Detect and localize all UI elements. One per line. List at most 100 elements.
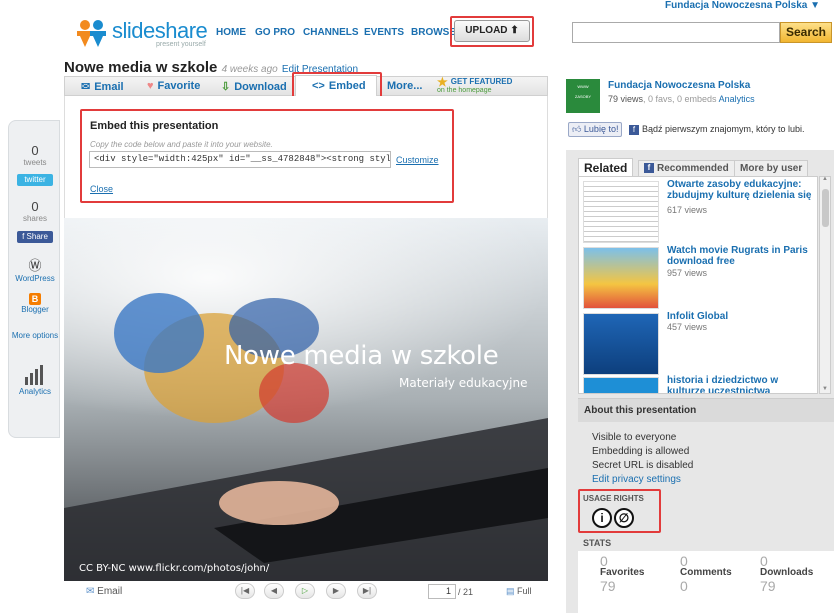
share-counter: 0 shares xyxy=(22,199,47,223)
related-title[interactable]: Watch movie Rugrats in Paris download fr… xyxy=(667,245,817,267)
heart-icon: ♥ xyxy=(147,80,154,92)
skip-forward-icon: ▶| xyxy=(362,586,372,595)
analytics-button[interactable]: Analytics xyxy=(9,365,61,396)
header: slideshare present yourself HOME GO PRO … xyxy=(62,12,834,52)
like-prompt: Bądź pierwszym znajomym, który to lubi. xyxy=(641,124,805,134)
list-item[interactable]: historia i dziedzictwo w kulturze uczest… xyxy=(583,375,817,393)
envelope-icon: ✉ xyxy=(81,81,91,93)
list-item[interactable]: Otwarte zasoby edukacyjne: zbudujmy kult… xyxy=(583,179,817,243)
prev-slide-button[interactable]: ◀ xyxy=(264,583,284,599)
nav-go-pro[interactable]: GO PRO xyxy=(255,27,295,38)
logo-tagline: present yourself xyxy=(156,41,206,48)
analytics-bars-icon xyxy=(25,365,43,385)
tab-related[interactable]: Related xyxy=(578,158,634,178)
list-item[interactable]: Infolit Global 457 views xyxy=(583,311,817,375)
facebook-like-row: 👍︎ Lubię to! f Bądź pierwszym znajomym, k… xyxy=(568,122,834,138)
related-views: 457 views xyxy=(667,322,708,332)
stat-downloads: 0 Downloads 79 xyxy=(760,553,814,594)
tab-email[interactable]: ✉ Email xyxy=(81,80,124,93)
tab-more-by-user[interactable]: More by user xyxy=(734,160,809,177)
facebook-like-button[interactable]: 👍︎ Lubię to! xyxy=(568,122,623,137)
highlight-upload xyxy=(450,16,534,47)
related-title[interactable]: historia i dziedzictwo w kulturze uczest… xyxy=(667,375,817,393)
related-thumbnail xyxy=(583,247,659,309)
stat-comments: 0 Comments 0 xyxy=(680,553,732,594)
related-thumbnail xyxy=(583,313,659,375)
slideshare-logo[interactable]: slideshare present yourself xyxy=(74,16,214,50)
related-thumbnail xyxy=(583,181,659,243)
privacy-visibility: Visible to everyone xyxy=(592,432,677,443)
search-button[interactable]: Search xyxy=(780,22,832,43)
first-slide-button[interactable]: |◀ xyxy=(235,583,255,599)
get-featured-link[interactable]: ★ GET FEATURED on the homepage xyxy=(437,75,512,95)
user-menu-link[interactable]: Fundacja Nowoczesna Polska ▼ xyxy=(665,0,820,11)
tab-download[interactable]: ⇩ Download xyxy=(221,80,287,93)
privacy-secret-url: Secret URL is disabled xyxy=(592,460,694,471)
player-email[interactable]: ✉ Email xyxy=(86,586,122,597)
star-icon: ★ xyxy=(437,75,448,89)
stats-title: STATS xyxy=(583,538,612,548)
privacy-embedding: Embedding is allowed xyxy=(592,446,690,457)
nav-channels[interactable]: CHANNELS xyxy=(303,27,359,38)
play-button[interactable]: ▷ xyxy=(295,583,315,599)
search-input[interactable] xyxy=(572,22,780,43)
more-options-link[interactable]: More options xyxy=(9,331,61,340)
wordpress-button[interactable]: Ⓦ WordPress xyxy=(9,255,61,283)
highlight-embed-panel xyxy=(80,109,454,203)
blogger-button[interactable]: B Blogger xyxy=(9,293,61,314)
scroll-thumb[interactable] xyxy=(822,189,829,227)
wordpress-icon: Ⓦ xyxy=(28,258,42,273)
about-title: About this presentation xyxy=(584,405,697,416)
page-total: / 21 xyxy=(458,587,474,597)
tab-favorite[interactable]: ♥ Favorite xyxy=(147,80,200,92)
stat-favorites: 0 Favorites 79 xyxy=(600,553,645,594)
slide-title: Nowe media w szkole xyxy=(224,341,499,371)
owner-avatar[interactable]: WWW ZASOBY xyxy=(566,79,600,113)
nav-events[interactable]: EVENTS xyxy=(364,27,404,38)
related-views: 957 views xyxy=(667,268,708,278)
highlight-usage-rights xyxy=(578,489,661,533)
skip-back-icon: |◀ xyxy=(240,586,250,595)
owner-analytics-link[interactable]: Analytics xyxy=(719,94,755,104)
related-views: 617 views xyxy=(667,205,708,215)
edit-privacy-link[interactable]: Edit privacy settings xyxy=(592,474,681,485)
next-icon: ▶ xyxy=(332,586,340,595)
tab-more[interactable]: More... xyxy=(387,80,422,92)
list-item[interactable]: Watch movie Rugrats in Paris download fr… xyxy=(583,245,817,309)
page-number-input[interactable]: 1 xyxy=(428,584,456,599)
prev-icon: ◀ xyxy=(270,586,278,595)
tweet-counter: 0 tweets xyxy=(23,143,47,167)
share-sidebar: 0 tweets twitter 0 shares f Share Ⓦ WordP… xyxy=(8,120,60,438)
presentation-title: Nowe media w szkole xyxy=(64,59,218,76)
facebook-share-button[interactable]: f Share xyxy=(17,231,53,243)
scroll-up-icon: ▲ xyxy=(822,176,828,182)
owner-stats: 79 views, 0 favs, 0 embeds Analytics xyxy=(608,94,755,104)
tab-recommended[interactable]: f Recommended xyxy=(638,160,735,177)
related-title[interactable]: Otwarte zasoby edukacyjne: zbudujmy kult… xyxy=(667,179,817,201)
related-scrollbar[interactable]: ▲ ▼ xyxy=(819,176,831,394)
slide-credit: CC BY-NC www.flickr.com/photos/john/ xyxy=(79,563,270,574)
scroll-down-icon: ▼ xyxy=(822,386,828,392)
facebook-icon: f xyxy=(628,124,639,135)
fullscreen-button[interactable]: ▤ Full xyxy=(506,586,532,597)
upload-age: 4 weeks ago xyxy=(221,64,278,75)
slide-photo xyxy=(64,218,548,581)
related-thumbnail xyxy=(583,377,659,393)
slide-viewer[interactable] xyxy=(64,218,548,581)
twitter-button[interactable]: twitter xyxy=(17,174,53,186)
thumbs-up-icon: 👍︎ xyxy=(572,124,582,134)
owner-name-link[interactable]: Fundacja Nowoczesna Polska xyxy=(608,80,750,91)
stats-box: 0 Favorites 79 0 Comments 0 0 Downloads … xyxy=(578,551,834,613)
blogger-icon: B xyxy=(29,293,41,305)
nav-home[interactable]: HOME xyxy=(216,27,246,38)
related-title[interactable]: Infolit Global xyxy=(667,311,817,322)
download-icon: ⇩ xyxy=(221,81,231,93)
play-icon: ▷ xyxy=(301,586,309,595)
related-list[interactable]: Otwarte zasoby edukacyjne: zbudujmy kult… xyxy=(578,176,818,394)
envelope-icon: ✉ xyxy=(86,586,98,597)
fullscreen-icon: ▤ xyxy=(506,586,518,596)
logo-people-icon xyxy=(77,20,106,47)
facebook-icon: f xyxy=(644,163,654,174)
next-slide-button[interactable]: ▶ xyxy=(326,583,346,599)
last-slide-button[interactable]: ▶| xyxy=(357,583,377,599)
